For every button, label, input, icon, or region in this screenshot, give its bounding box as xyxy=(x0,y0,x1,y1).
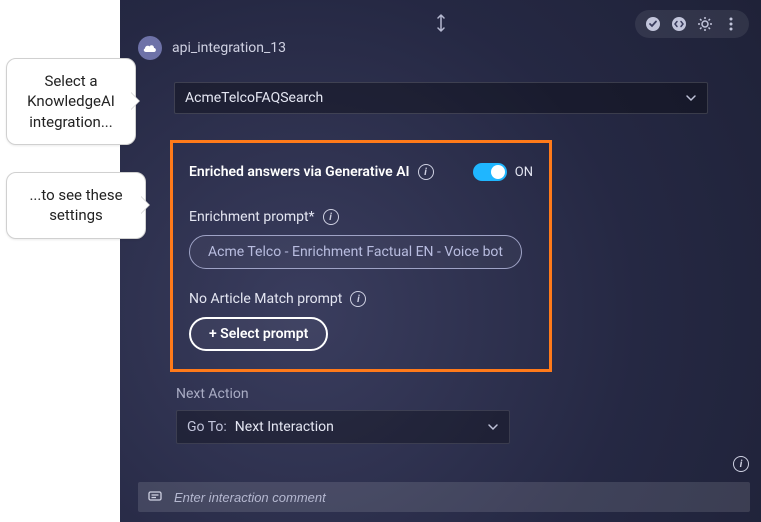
kebab-menu-icon[interactable] xyxy=(721,14,741,34)
info-icon[interactable]: i xyxy=(418,164,434,180)
comment-input[interactable] xyxy=(174,490,742,505)
comment-bar xyxy=(138,482,750,512)
comment-icon xyxy=(146,488,164,506)
integration-select-value: AcmeTelcoFAQSearch xyxy=(185,90,323,106)
enrichment-prompt-value: Acme Telco - Enrichment Factual EN - Voi… xyxy=(208,244,503,260)
generative-ai-title: Enriched answers via Generative AI xyxy=(189,164,410,180)
callout-select-integration: Select a KnowledgeAI integration... xyxy=(6,58,136,145)
next-action-label: Next Action xyxy=(176,386,249,402)
info-icon[interactable]: i xyxy=(350,291,366,307)
integration-select[interactable]: AcmeTelcoFAQSearch xyxy=(174,82,708,114)
interaction-toolbar xyxy=(635,10,749,38)
next-action-prefix: Go To: xyxy=(187,419,227,435)
next-action-select[interactable]: Go To: Next Interaction xyxy=(176,410,510,444)
checkmark-icon[interactable] xyxy=(643,14,663,34)
code-icon[interactable] xyxy=(669,14,689,34)
drag-handle-icon[interactable] xyxy=(435,14,447,37)
chevron-down-icon xyxy=(487,419,499,435)
select-prompt-button[interactable]: + Select prompt xyxy=(189,317,328,351)
editor-canvas: api_integration_13 AcmeTelcoFAQSearch En… xyxy=(0,0,761,522)
generative-ai-toggle[interactable] xyxy=(473,163,507,181)
next-action-value: Next Interaction xyxy=(235,419,334,435)
enrichment-prompt-label: Enrichment prompt* i xyxy=(189,209,533,225)
toggle-state-label: ON xyxy=(515,165,533,180)
chevron-down-icon xyxy=(685,90,697,106)
info-icon[interactable]: i xyxy=(733,456,749,472)
info-icon[interactable]: i xyxy=(323,209,339,225)
enrichment-prompt-pill[interactable]: Acme Telco - Enrichment Factual EN - Voi… xyxy=(189,235,522,269)
gear-icon[interactable] xyxy=(695,14,715,34)
callout-see-settings: ...to see these settings xyxy=(6,172,146,239)
interaction-header: api_integration_13 xyxy=(138,36,286,60)
no-article-match-label: No Article Match prompt i xyxy=(189,291,533,307)
cloud-icon xyxy=(138,36,162,60)
interaction-name[interactable]: api_integration_13 xyxy=(172,40,286,56)
generative-ai-panel: Enriched answers via Generative AI i ON … xyxy=(170,140,552,372)
